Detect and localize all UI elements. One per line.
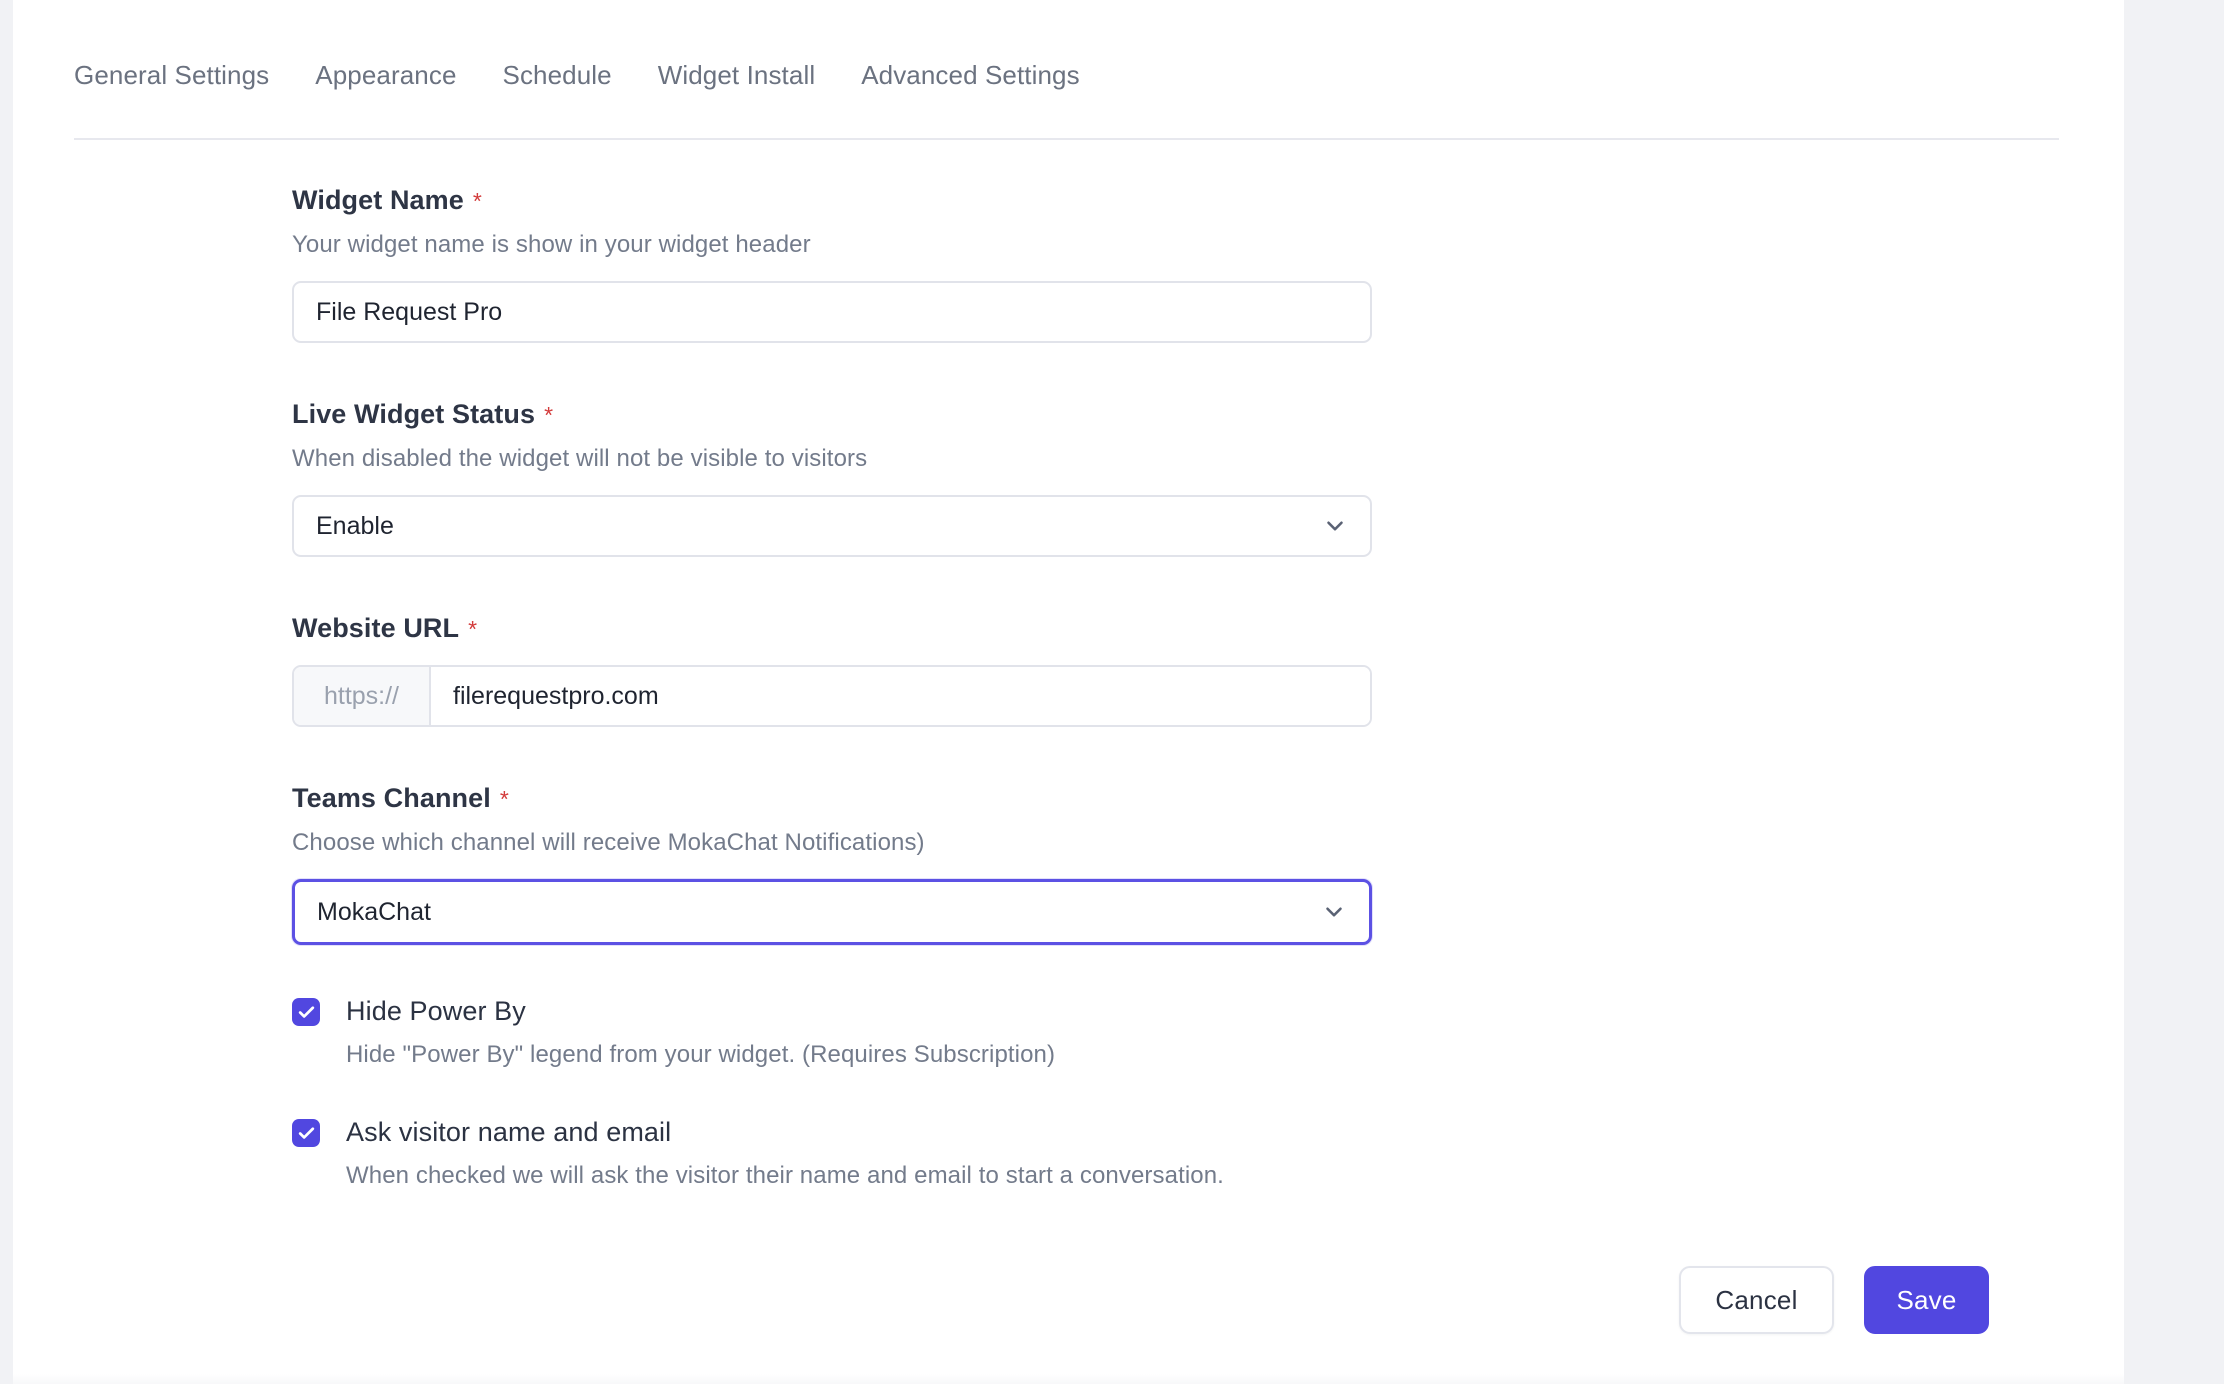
teams-channel-select-wrap: MokaChat — [292, 879, 1372, 945]
live-status-select[interactable]: Enable — [292, 495, 1372, 557]
hide-power-by-checkbox[interactable] — [292, 998, 320, 1026]
tab-widget-install[interactable]: Widget Install — [658, 58, 815, 92]
page-bottom-edge — [13, 1374, 2124, 1384]
widget-name-input[interactable] — [292, 281, 1372, 343]
form-actions: Cancel Save — [1679, 1266, 1989, 1334]
website-url-input-group: https:// — [292, 665, 1372, 727]
teams-channel-label: Teams Channel — [292, 783, 491, 813]
ask-visitor-checkbox[interactable] — [292, 1119, 320, 1147]
general-settings-form: Widget Name * Your widget name is show i… — [292, 182, 1422, 1193]
widget-name-label-row: Widget Name * — [292, 182, 1422, 218]
cancel-button[interactable]: Cancel — [1679, 1266, 1834, 1334]
ask-visitor-helper: When checked we will ask the visitor the… — [346, 1162, 1224, 1189]
tab-appearance[interactable]: Appearance — [315, 58, 456, 92]
chevron-down-icon — [1321, 899, 1347, 925]
teams-channel-helper: Choose which channel will receive MokaCh… — [292, 829, 925, 856]
field-widget-name: Widget Name * Your widget name is show i… — [292, 182, 1422, 343]
tabbar: General Settings Appearance Schedule Wid… — [13, 0, 2124, 140]
teams-channel-required-marker: * — [499, 786, 509, 812]
widget-name-input-wrap — [292, 281, 1372, 343]
ask-visitor-row[interactable]: Ask visitor name and email — [292, 1114, 1422, 1150]
tabbar-divider — [74, 138, 2059, 140]
website-url-label-row: Website URL * — [292, 610, 1422, 646]
field-website-url: Website URL * https:// — [292, 610, 1422, 727]
field-ask-visitor: Ask visitor name and email When checked … — [292, 1114, 1422, 1193]
tab-list: General Settings Appearance Schedule Wid… — [74, 58, 1080, 92]
live-status-select-wrap: Enable — [292, 495, 1372, 557]
live-status-selected-value: Enable — [316, 511, 394, 540]
teams-channel-select[interactable]: MokaChat — [292, 879, 1372, 945]
widget-name-label: Widget Name — [292, 185, 464, 215]
teams-channel-label-row: Teams Channel * — [292, 780, 1422, 816]
widget-name-required-marker: * — [472, 188, 482, 214]
tab-advanced-settings[interactable]: Advanced Settings — [861, 58, 1080, 92]
hide-power-by-helper: Hide "Power By" legend from your widget.… — [346, 1041, 1056, 1068]
ask-visitor-label: Ask visitor name and email — [346, 1117, 672, 1147]
settings-card: General Settings Appearance Schedule Wid… — [13, 0, 2124, 1384]
chevron-down-icon — [1322, 513, 1348, 539]
field-hide-power-by: Hide Power By Hide "Power By" legend fro… — [292, 993, 1422, 1072]
website-url-input[interactable] — [431, 667, 1370, 725]
website-url-required-marker: * — [468, 616, 478, 642]
live-status-label: Live Widget Status — [292, 399, 536, 429]
field-teams-channel: Teams Channel * Choose which channel wil… — [292, 780, 1422, 945]
teams-channel-selected-value: MokaChat — [317, 897, 431, 926]
tab-schedule[interactable]: Schedule — [503, 58, 612, 92]
live-status-label-row: Live Widget Status * — [292, 396, 1422, 432]
widget-name-helper: Your widget name is show in your widget … — [292, 231, 811, 258]
hide-power-by-label: Hide Power By — [346, 996, 526, 1026]
tab-general-settings[interactable]: General Settings — [74, 58, 269, 92]
website-url-label: Website URL — [292, 613, 460, 643]
website-url-prefix: https:// — [294, 667, 431, 725]
hide-power-by-row[interactable]: Hide Power By — [292, 993, 1422, 1029]
save-button[interactable]: Save — [1864, 1266, 1989, 1334]
field-live-widget-status: Live Widget Status * When disabled the w… — [292, 396, 1422, 557]
live-status-helper: When disabled the widget will not be vis… — [292, 445, 868, 472]
live-status-required-marker: * — [544, 402, 554, 428]
